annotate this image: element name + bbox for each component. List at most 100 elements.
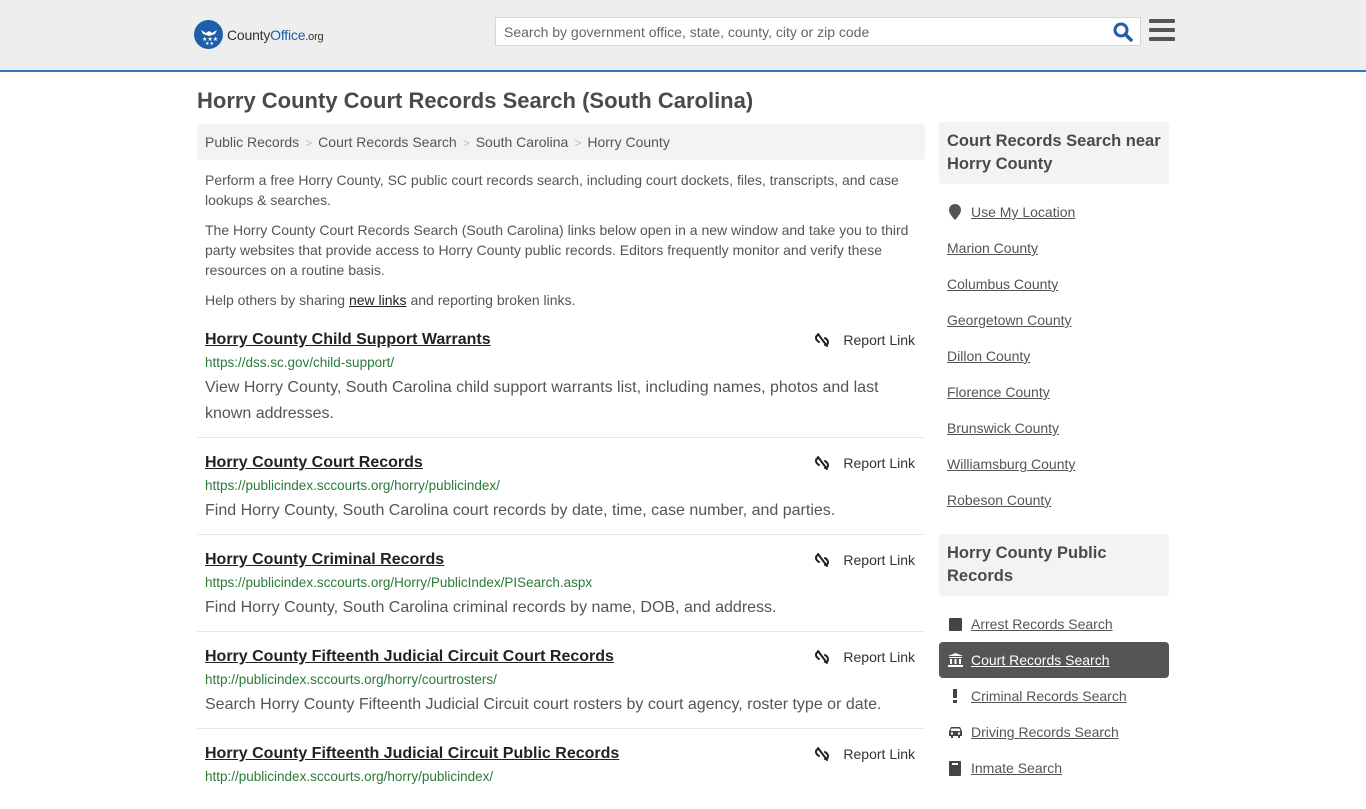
hamburger-menu-button[interactable] [1149, 19, 1175, 43]
new-links-link[interactable]: new links [349, 292, 407, 308]
report-link-label: Report Link [843, 552, 915, 568]
nearby-county-item[interactable]: Georgetown County [939, 302, 1169, 338]
result-url: https://publicindex.sccourts.org/horry/p… [205, 478, 500, 493]
broken-link-icon [815, 333, 830, 347]
result-item: Horry County Child Support Warrants Repo… [197, 325, 925, 438]
car-icon [947, 726, 963, 738]
nearby-list: Use My Location Marion County Columbus C… [939, 184, 1169, 534]
nearby-county-item[interactable]: Marion County [939, 230, 1169, 266]
nearby-county-item[interactable]: Williamsburg County [939, 446, 1169, 482]
public-record-link[interactable]: Criminal Records Search [971, 688, 1127, 704]
intro-paragraph-1: Perform a free Horry County, SC public c… [205, 172, 899, 208]
nearby-county-item[interactable]: Dillon County [939, 338, 1169, 374]
result-item: Horry County Fifteenth Judicial Circuit … [197, 739, 925, 799]
nearby-county-link[interactable]: Georgetown County [947, 312, 1072, 328]
result-title-link[interactable]: Horry County Criminal Records [205, 549, 444, 571]
nearby-county-item[interactable]: Brunswick County [939, 410, 1169, 446]
intro-paragraph-2: The Horry County Court Records Search (S… [205, 222, 909, 278]
nearby-county-link[interactable]: Florence County [947, 384, 1050, 400]
nearby-county-item[interactable]: Florence County [939, 374, 1169, 410]
result-url: https://dss.sc.gov/child-support/ [205, 355, 395, 370]
broken-link-icon [815, 456, 830, 470]
public-records-heading: Horry County Public Records [939, 534, 1169, 596]
report-link-label: Report Link [843, 332, 915, 348]
result-url: https://publicindex.sccourts.org/Horry/P… [205, 575, 593, 590]
menu-bar [1149, 19, 1175, 23]
page-title: Horry County Court Records Search (South… [197, 88, 754, 113]
search-box [495, 17, 1141, 46]
result-description: Find Horry County, South Carolina court … [205, 502, 836, 519]
public-record-item-criminal[interactable]: Criminal Records Search [939, 678, 1169, 714]
menu-bar [1149, 28, 1175, 32]
breadcrumb-separator: > [462, 136, 470, 150]
public-records-list: Arrest Records Search Court Records Sear… [939, 596, 1169, 802]
report-link-button[interactable]: Report Link [813, 331, 915, 349]
site-logo[interactable]: ★★★ ★★ CountyOffice.org [194, 20, 324, 49]
nearby-county-link[interactable]: Williamsburg County [947, 456, 1075, 472]
nearby-county-link[interactable]: Robeson County [947, 492, 1051, 508]
result-item: Horry County Fifteenth Judicial Circuit … [197, 642, 925, 729]
breadcrumb-separator: > [305, 136, 313, 150]
result-description: View Horry County, South Carolina child … [205, 379, 879, 422]
public-record-link[interactable]: Court Records Search [971, 652, 1110, 668]
sidebar: Court Records Search near Horry County U… [939, 122, 1169, 802]
exclamation-icon [947, 689, 963, 703]
public-record-item-inmate[interactable]: Inmate Search [939, 750, 1169, 786]
nearby-county-link[interactable]: Columbus County [947, 276, 1058, 292]
public-record-item-arrest[interactable]: Arrest Records Search [939, 606, 1169, 642]
public-record-item-court[interactable]: Court Records Search [939, 642, 1169, 678]
intro-paragraph-3: Help others by sharing new links and rep… [205, 290, 920, 310]
search-button[interactable] [1112, 21, 1134, 43]
intro-text-after: and reporting broken links. [406, 292, 576, 308]
breadcrumb-court-records-search[interactable]: Court Records Search [318, 134, 457, 150]
public-record-link[interactable]: Driving Records Search [971, 724, 1119, 740]
result-url: http://publicindex.sccourts.org/horry/co… [205, 672, 497, 687]
breadcrumb-public-records[interactable]: Public Records [205, 134, 299, 150]
report-link-button[interactable]: Report Link [813, 454, 915, 472]
broken-link-icon [815, 747, 830, 761]
nearby-heading: Court Records Search near Horry County [939, 122, 1169, 184]
result-description: Search Horry County Fifteenth Judicial C… [205, 696, 882, 713]
use-my-location-item[interactable]: Use My Location [939, 194, 1169, 230]
logo-text: CountyOffice.org [227, 26, 324, 43]
breadcrumb-separator: > [574, 136, 582, 150]
results-list: Horry County Child Support Warrants Repo… [197, 325, 925, 809]
intro-text: Perform a free Horry County, SC public c… [205, 170, 920, 320]
menu-bar [1149, 37, 1175, 41]
courthouse-icon [947, 653, 963, 667]
nearby-county-link[interactable]: Marion County [947, 240, 1038, 256]
search-input[interactable] [496, 18, 1096, 45]
result-title-link[interactable]: Horry County Court Records [205, 452, 423, 474]
map-marker-icon [947, 204, 963, 220]
breadcrumb: Public Records > Court Records Search > Sout… [197, 124, 925, 160]
report-link-button[interactable]: Report Link [813, 745, 915, 763]
nearby-county-item[interactable]: Columbus County [939, 266, 1169, 302]
result-title-link[interactable]: Horry County Fifteenth Judicial Circuit … [205, 743, 619, 765]
report-link-button[interactable]: Report Link [813, 551, 915, 569]
public-record-link[interactable]: Arrest Records Search [971, 616, 1113, 632]
breadcrumb-south-carolina[interactable]: South Carolina [476, 134, 569, 150]
use-my-location-link[interactable]: Use My Location [971, 204, 1075, 220]
result-description: Find Horry County, South Carolina crimin… [205, 599, 777, 616]
result-item: Horry County Court Records Report Link h… [197, 448, 925, 535]
report-link-label: Report Link [843, 455, 915, 471]
result-item: Horry County Criminal Records Report Lin… [197, 545, 925, 632]
search-icon [1113, 22, 1133, 42]
svg-text:★★: ★★ [205, 41, 214, 46]
breadcrumb-horry-county[interactable]: Horry County [587, 134, 669, 150]
result-title-link[interactable]: Horry County Child Support Warrants [205, 329, 491, 351]
result-title-link[interactable]: Horry County Fifteenth Judicial Circuit … [205, 646, 614, 668]
broken-link-icon [815, 650, 830, 664]
public-record-link[interactable]: Inmate Search [971, 760, 1062, 776]
site-header: ★★★ ★★ CountyOffice.org [0, 0, 1366, 72]
result-url: http://publicindex.sccourts.org/horry/pu… [205, 769, 494, 784]
id-badge-icon [947, 760, 963, 776]
square-icon [947, 617, 963, 631]
nearby-county-link[interactable]: Brunswick County [947, 420, 1059, 436]
nearby-county-link[interactable]: Dillon County [947, 348, 1030, 364]
broken-link-icon [815, 553, 830, 567]
public-record-item-driving[interactable]: Driving Records Search [939, 714, 1169, 750]
report-link-label: Report Link [843, 746, 915, 762]
report-link-button[interactable]: Report Link [813, 648, 915, 666]
nearby-county-item[interactable]: Robeson County [939, 482, 1169, 518]
